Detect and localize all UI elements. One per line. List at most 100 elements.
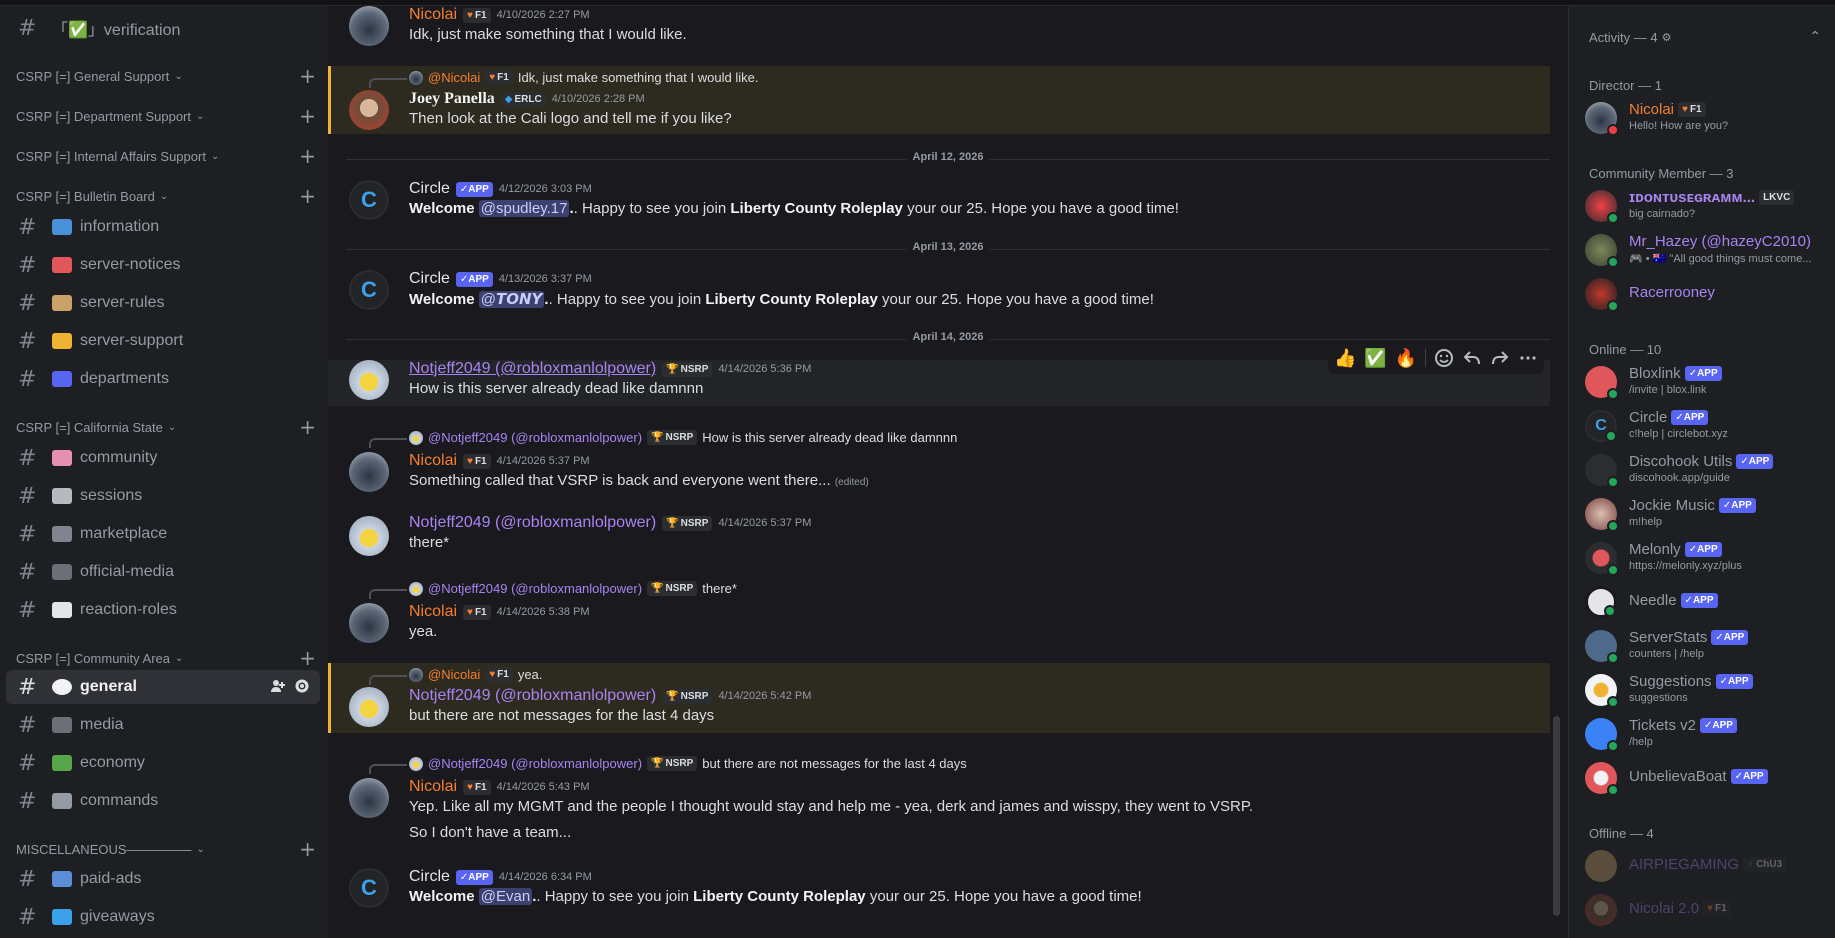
- avatar[interactable]: [349, 687, 389, 727]
- message[interactable]: @Notjeff2049 (@robloxmanlolpower) 🏆 NSRP bu…: [328, 752, 1550, 850]
- author-name[interactable]: Circle: [409, 270, 450, 288]
- more-options-icon[interactable]: [1518, 348, 1538, 368]
- create-invite-icon[interactable]: [270, 678, 286, 694]
- author-name[interactable]: Nicolai: [409, 603, 457, 621]
- message-highlighted[interactable]: @Nicolai ♥ F1 yea. Notjeff2049 (@robloxmanl…: [328, 663, 1550, 733]
- reply-author[interactable]: @Notjeff2049 (@robloxmanlolpower): [428, 430, 642, 445]
- member-item-offline[interactable]: AIRPIEGAMING ⚡ ChU3: [1585, 846, 1835, 886]
- channel-media[interactable]: # media: [6, 708, 320, 742]
- add-channel-icon[interactable]: +: [299, 646, 316, 670]
- reply-author[interactable]: @Notjeff2049 (@robloxmanlolpower): [428, 756, 642, 771]
- reply-preview[interactable]: @Notjeff2049 (@robloxmanlolpower) 🏆 NSRP Ho…: [409, 430, 957, 445]
- channel-marketplace[interactable]: # marketplace: [6, 517, 320, 551]
- channel-server-support[interactable]: # server-support: [6, 324, 320, 358]
- message-highlighted[interactable]: @Nicolai ♥ F1 Idk, just make something that…: [328, 66, 1550, 134]
- reply-author[interactable]: @Notjeff2049 (@robloxmanlolpower): [428, 581, 642, 596]
- user-mention[interactable]: @Evan: [478, 888, 533, 905]
- channel-server-rules[interactable]: # server-rules: [6, 286, 320, 320]
- channel-server-notices[interactable]: # server-notices: [6, 248, 320, 282]
- message[interactable]: C Circle ✓ APP 4/12/2026 3:03 PM Welcome @…: [328, 180, 1550, 232]
- reply-preview[interactable]: @Nicolai ♥ F1 yea.: [409, 667, 542, 682]
- channel-departments[interactable]: # departments: [6, 362, 320, 396]
- member-item[interactable]: Melonly ✓ APP https://melonly.xyz/plus: [1585, 538, 1835, 578]
- reply-preview[interactable]: @Notjeff2049 (@robloxmanlolpower) 🏆 NSRP bu…: [409, 756, 967, 771]
- category-general-support[interactable]: CSRP [=] General Support ⌄ +: [16, 64, 316, 88]
- member-item[interactable]: C Circle ✓ APP c!help | circlebot.xyz: [1585, 406, 1835, 446]
- author-name[interactable]: Notjeff2049 (@robloxmanlolpower): [409, 360, 656, 378]
- forward-icon[interactable]: [1490, 348, 1510, 368]
- member-item[interactable]: Mr_Hazey (@hazeyC2010) 🎮 • 🇦🇺 "All good t…: [1585, 230, 1835, 270]
- author-name[interactable]: Nicolai: [409, 6, 457, 24]
- reply-author[interactable]: @Nicolai: [428, 70, 480, 85]
- avatar[interactable]: [349, 6, 389, 46]
- add-reaction-icon[interactable]: [1434, 348, 1454, 368]
- member-item[interactable]: ɪᴅᴏɴᴛᴜsᴇɢʀᴀᴍᴍ... LKVC big cairnado?: [1585, 186, 1835, 226]
- channel-sessions[interactable]: # sessions: [6, 479, 320, 513]
- reply-preview[interactable]: @Nicolai ♥ F1 Idk, just make something that…: [409, 70, 758, 85]
- scrollbar-thumb[interactable]: [1553, 716, 1560, 916]
- message[interactable]: Notjeff2049 (@robloxmanlolpower) 🏆 NSRP 4/1…: [328, 514, 1550, 566]
- check-reaction[interactable]: ✅: [1364, 348, 1386, 369]
- category-california-state[interactable]: CSRP [=] California State ⌄ +: [16, 415, 316, 439]
- message[interactable]: C Circle ✓ APP 4/14/2026 6:34 PM Welcome @…: [328, 868, 1550, 920]
- member-item[interactable]: Nicolai ♥ F1 Hello! How are you?: [1585, 98, 1835, 138]
- circle-bot-avatar[interactable]: C: [349, 180, 389, 220]
- avatar[interactable]: [349, 90, 389, 130]
- avatar[interactable]: [349, 778, 389, 818]
- channel-paid-ads[interactable]: # paid-ads: [6, 862, 320, 896]
- avatar[interactable]: [349, 360, 389, 400]
- user-mention[interactable]: @𝙏𝙊𝙉𝙔: [478, 291, 545, 308]
- message[interactable]: C Circle ✓ APP 4/13/2026 3:37 PM Welcome @…: [328, 270, 1550, 322]
- add-channel-icon[interactable]: +: [299, 415, 316, 439]
- category-department-support[interactable]: CSRP [=] Department Support ⌄ +: [16, 104, 316, 128]
- channel-community[interactable]: # community: [6, 441, 320, 475]
- add-channel-icon[interactable]: +: [299, 64, 316, 88]
- member-item[interactable]: ServerStats ✓ APP counters | /help: [1585, 626, 1835, 666]
- category-community-area[interactable]: CSRP [=] Community Area ⌄ +: [16, 646, 316, 670]
- fire-reaction[interactable]: 🔥: [1395, 348, 1417, 369]
- member-item[interactable]: Suggestions ✓ APP suggestions: [1585, 670, 1835, 710]
- channel-information[interactable]: # information: [6, 210, 320, 244]
- category-miscellaneous[interactable]: MISCELLANEOUS————— ⌄ +: [16, 837, 316, 861]
- author-name[interactable]: Nicolai: [409, 778, 457, 796]
- circle-bot-avatar[interactable]: C: [349, 270, 389, 310]
- circle-bot-avatar[interactable]: C: [349, 868, 389, 908]
- thumbs-up-reaction[interactable]: 👍: [1334, 348, 1356, 369]
- gear-icon[interactable]: [294, 678, 310, 694]
- author-name[interactable]: Notjeff2049 (@robloxmanlolpower): [409, 514, 656, 532]
- author-name[interactable]: Circle: [409, 868, 450, 886]
- chevron-up-icon[interactable]: ⌃: [1809, 28, 1821, 45]
- channel-economy[interactable]: # economy: [6, 746, 320, 780]
- category-bulletin-board[interactable]: CSRP [=] Bulletin Board ⌄ +: [16, 184, 316, 208]
- channel-giveaways[interactable]: # giveaways: [6, 900, 320, 934]
- member-item[interactable]: Jockie Music ✓ APP m!help: [1585, 494, 1835, 534]
- add-channel-icon[interactable]: +: [299, 104, 316, 128]
- avatar[interactable]: [349, 603, 389, 643]
- member-item[interactable]: Discohook Utils ✓ APP discohook.app/guide: [1585, 450, 1835, 490]
- activity-header[interactable]: Activity — 4 ⚙: [1589, 30, 1672, 45]
- author-name[interactable]: Joey Panella: [409, 90, 495, 108]
- avatar[interactable]: [349, 452, 389, 492]
- member-item[interactable]: Racerrooney: [1585, 274, 1835, 314]
- member-item-offline[interactable]: Nicolai 2.0 ♥ F1: [1585, 890, 1835, 930]
- author-name[interactable]: Circle: [409, 180, 450, 198]
- channel-general[interactable]: # general: [6, 670, 320, 704]
- member-item[interactable]: Tickets v2 ✓ APP/help: [1585, 714, 1835, 754]
- message[interactable]: @Notjeff2049 (@robloxmanlolpower) 🏆 NSRP th…: [328, 577, 1550, 649]
- reply-author[interactable]: @Nicolai: [428, 667, 480, 682]
- add-channel-icon[interactable]: +: [299, 837, 316, 861]
- member-item[interactable]: UnbelievaBoat ✓ APP: [1585, 758, 1835, 798]
- avatar[interactable]: [349, 516, 389, 556]
- author-name[interactable]: Notjeff2049 (@robloxmanlolpower): [409, 687, 656, 705]
- member-item[interactable]: Needle ✓ APP: [1585, 582, 1835, 622]
- channel-commands[interactable]: # commands: [6, 784, 320, 818]
- channel-reaction-roles[interactable]: # reaction-roles: [6, 593, 320, 627]
- category-internal-affairs-support[interactable]: CSRP [=] Internal Affairs Support ⌄ +: [16, 144, 316, 168]
- member-item[interactable]: Bloxlink ✓ APP/invite | blox.link: [1585, 362, 1835, 402]
- add-channel-icon[interactable]: +: [299, 184, 316, 208]
- channel-verification[interactable]: # 「✅」verification: [6, 11, 320, 45]
- author-name[interactable]: Nicolai: [409, 452, 457, 470]
- message[interactable]: @Notjeff2049 (@robloxmanlolpower) 🏆 NSRP Ho…: [328, 426, 1550, 498]
- channel-official-media[interactable]: # official-media: [6, 555, 320, 589]
- add-channel-icon[interactable]: +: [299, 144, 316, 168]
